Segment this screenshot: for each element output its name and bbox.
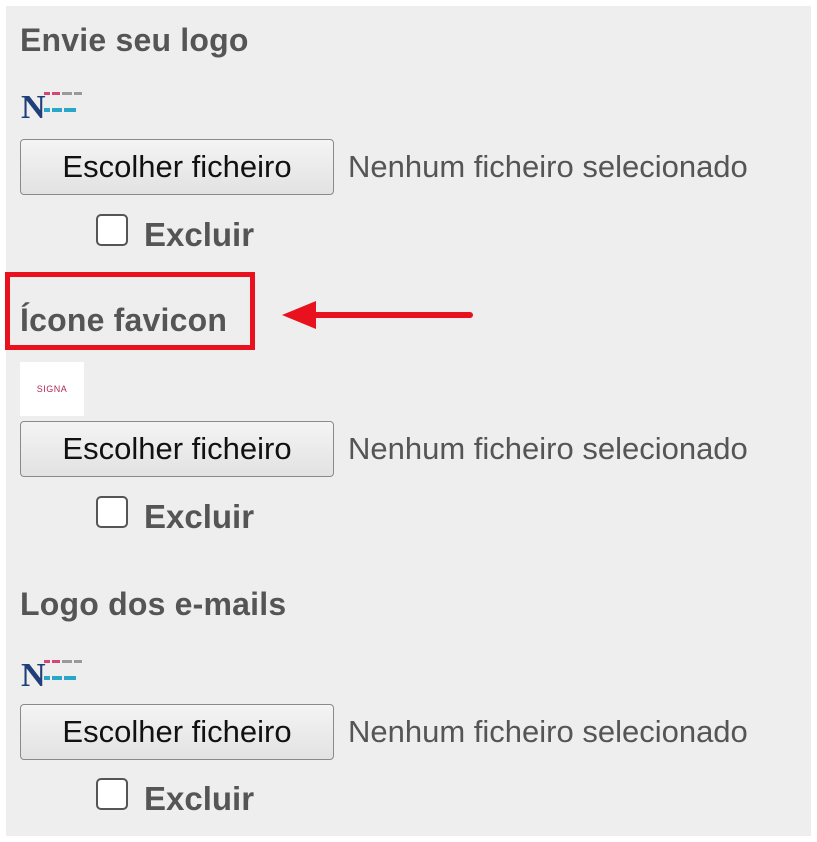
- delete-label-favicon: Excluir: [144, 498, 255, 535]
- delete-label-email-logo: Excluir: [144, 780, 255, 817]
- logo-thumbnail: N: [21, 89, 82, 126]
- svg-text:N: N: [21, 89, 46, 126]
- file-status-favicon: Nenhum ficheiro selecionado: [348, 431, 748, 466]
- delete-checkbox-favicon[interactable]: [96, 496, 128, 528]
- file-status-email-logo: Nenhum ficheiro selecionado: [348, 714, 748, 749]
- section-title-email-logo: Logo dos e-mails: [20, 586, 287, 622]
- red-arrow-icon: [282, 301, 473, 329]
- choose-file-button-favicon[interactable]: Escolher ficheiro: [20, 421, 334, 477]
- delete-checkbox-logo[interactable]: [96, 214, 128, 246]
- highlight-box-favicon: [5, 272, 255, 350]
- delete-checkbox-email-logo[interactable]: [96, 778, 128, 810]
- choose-file-button-logo[interactable]: Escolher ficheiro: [20, 139, 334, 195]
- favicon-thumbnail: SIGNA: [20, 362, 84, 416]
- delete-label-logo: Excluir: [144, 216, 255, 253]
- choose-file-button-email-logo[interactable]: Escolher ficheiro: [20, 704, 334, 760]
- upload-settings-panel: Envie seu logo N Escolher ficheiro Nenhu…: [6, 6, 811, 836]
- svg-text:N: N: [21, 657, 46, 694]
- email-logo-thumbnail: N: [21, 657, 82, 694]
- section-title-logo: Envie seu logo: [20, 22, 249, 58]
- file-status-logo: Nenhum ficheiro selecionado: [348, 149, 748, 184]
